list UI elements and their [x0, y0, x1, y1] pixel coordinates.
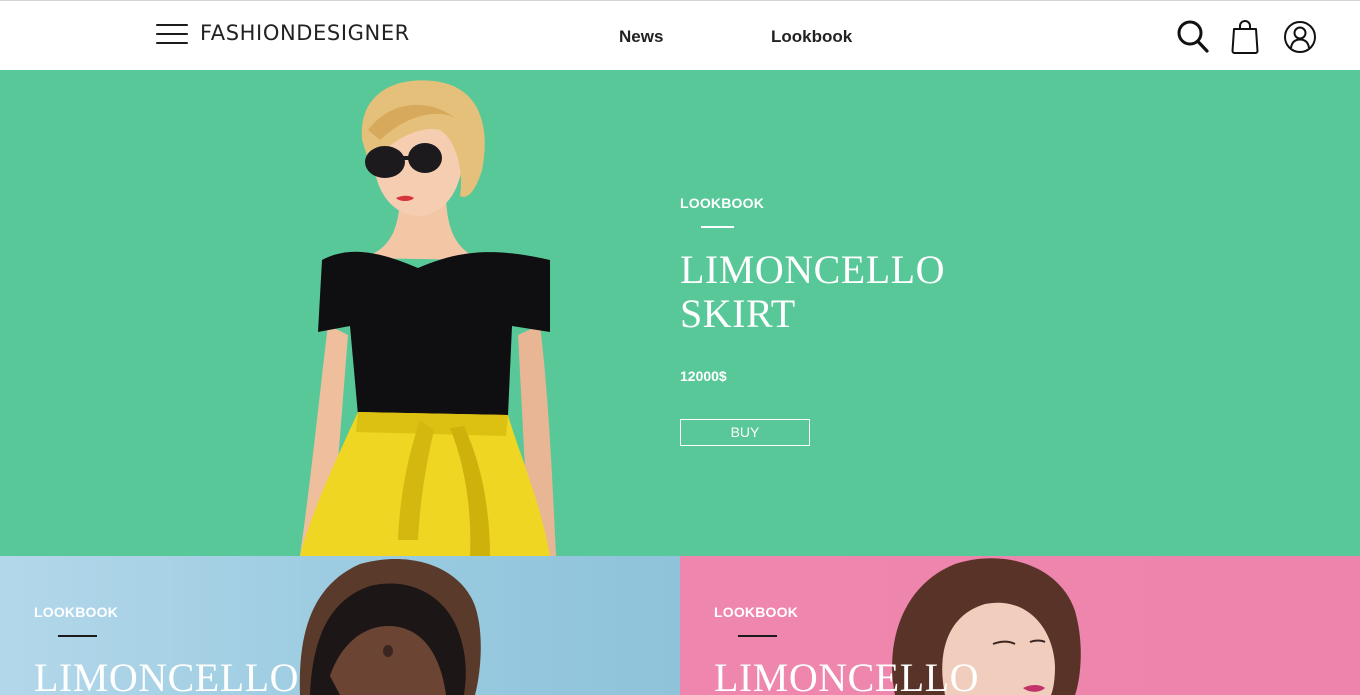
site-header: FASHIONDESIGNER News Lookbook	[0, 0, 1360, 70]
tile-kicker: LOOKBOOK	[714, 604, 799, 620]
tile-kicker-divider	[738, 635, 777, 637]
tile-product-title: LIMONCELLO	[714, 655, 979, 695]
hero-kicker: LOOKBOOK	[680, 195, 765, 211]
tile-kicker: LOOKBOOK	[34, 604, 119, 620]
tile-model-image	[299, 559, 481, 695]
tile-product-title: LIMONCELLO	[34, 655, 299, 695]
hero-banner: LOOKBOOK LIMONCELLO SKIRT 12000$ BUY	[0, 70, 1360, 556]
hero-product-title: LIMONCELLO SKIRT	[680, 248, 1000, 336]
menu-icon-bar	[156, 42, 188, 44]
buy-button[interactable]: BUY	[680, 419, 810, 446]
lookbook-tile-pink[interactable]: LOOKBOOK LIMONCELLO	[680, 556, 1360, 695]
site-logo[interactable]: FASHIONDESIGNER	[200, 21, 410, 45]
menu-icon-bar	[156, 33, 188, 35]
search-icon[interactable]	[1176, 19, 1210, 55]
hero-price: 12000$	[680, 368, 727, 384]
nav-link-news[interactable]: News	[619, 27, 663, 47]
tile-kicker-divider	[58, 635, 97, 637]
hero-title-line-2: SKIRT	[680, 291, 796, 336]
shopping-bag-icon[interactable]	[1231, 19, 1259, 55]
lookbook-tile-blue[interactable]: LOOKBOOK LIMONCELLO	[0, 556, 680, 695]
menu-icon-bar	[156, 24, 188, 26]
user-icon[interactable]	[1283, 19, 1317, 55]
hero-kicker-divider	[701, 226, 734, 228]
menu-icon[interactable]	[156, 23, 188, 45]
hero-model-image	[300, 80, 556, 556]
hero-title-line-1: LIMONCELLO	[680, 247, 945, 292]
nav-link-lookbook[interactable]: Lookbook	[771, 27, 852, 47]
